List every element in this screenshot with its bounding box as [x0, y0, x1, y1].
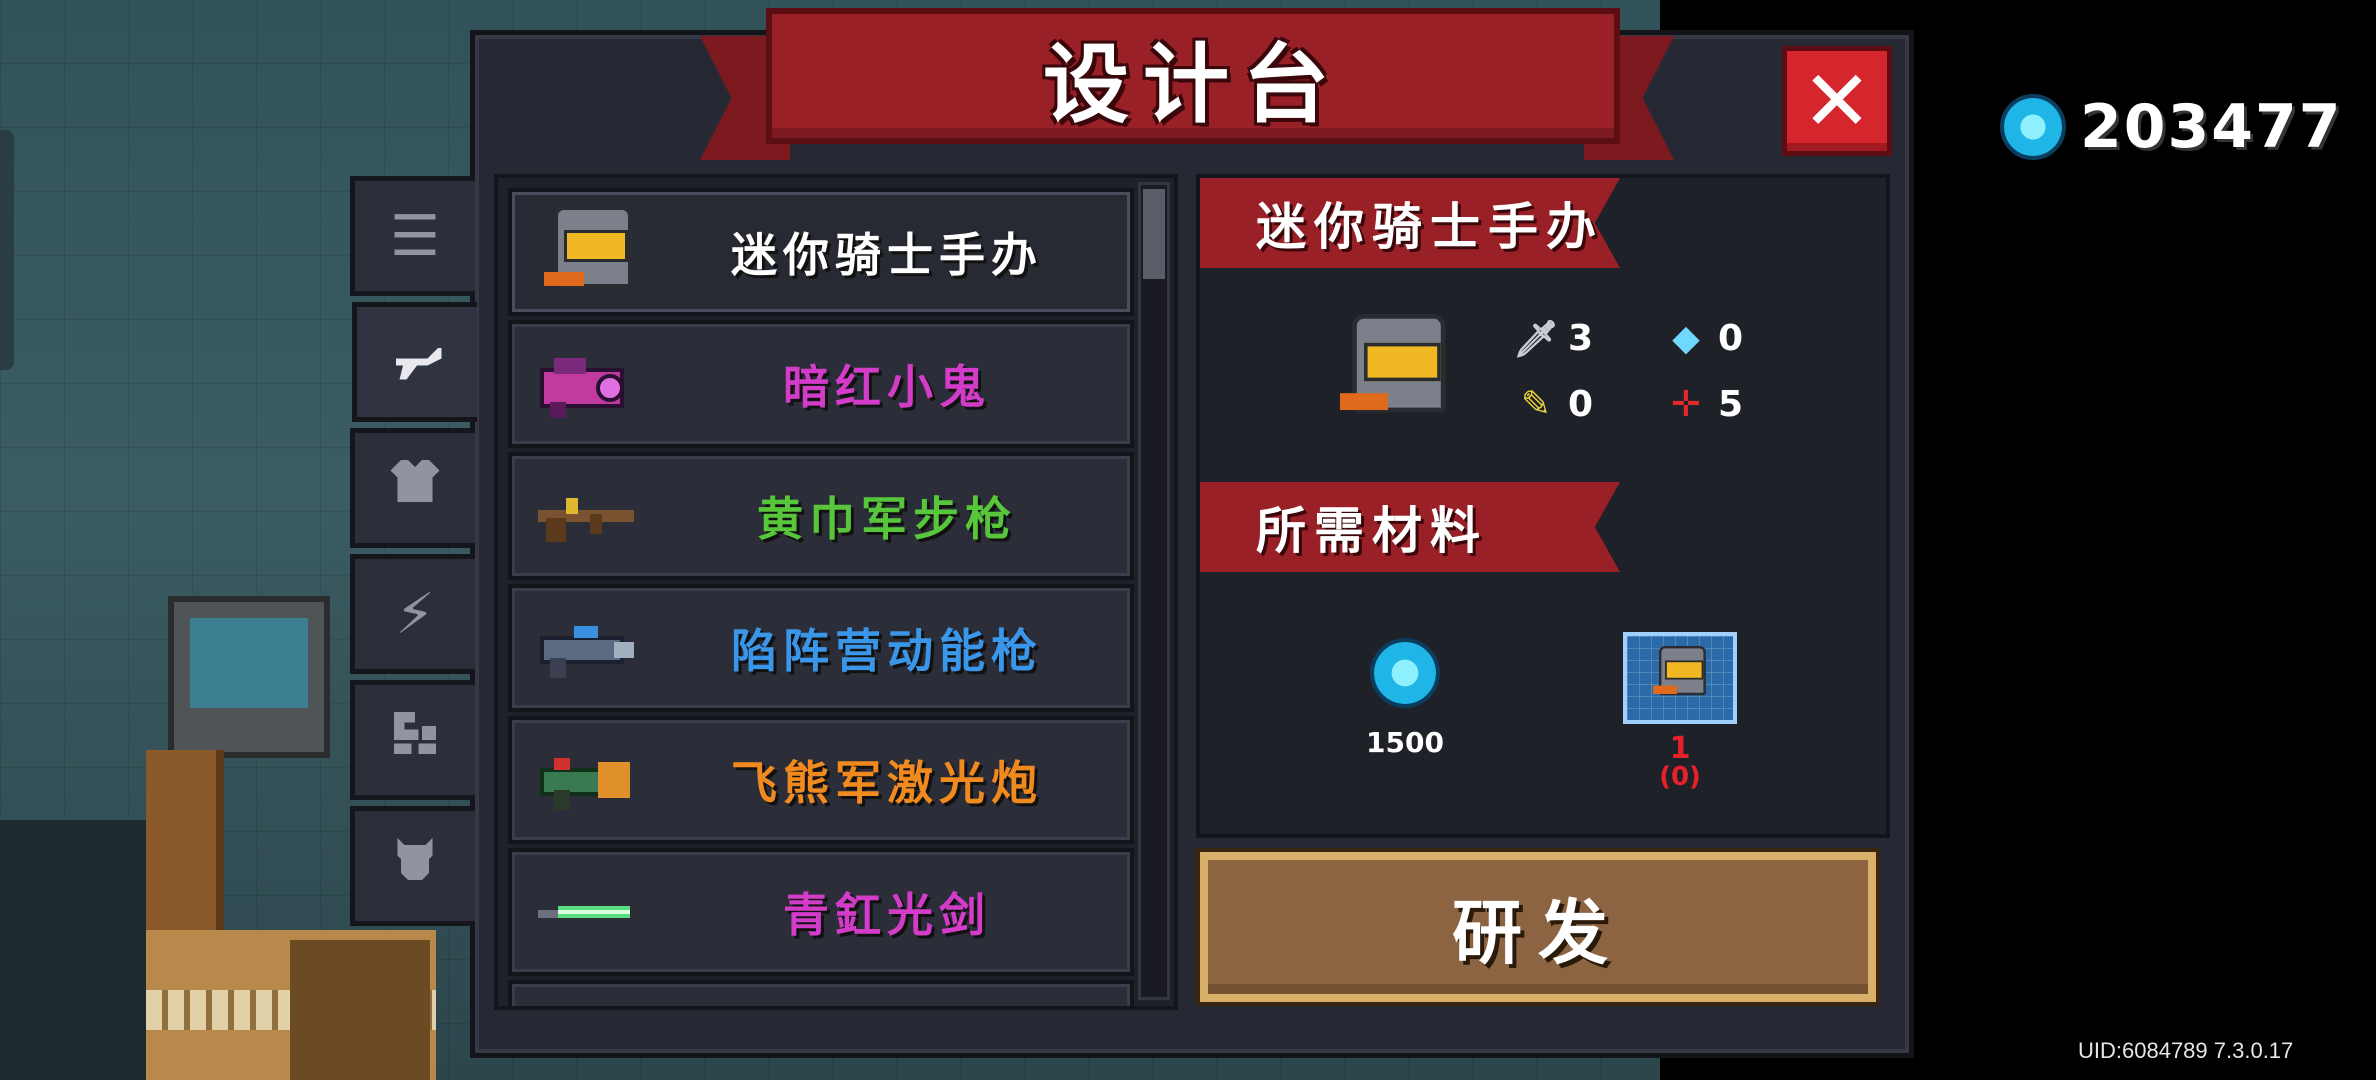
- material-gems: 1500: [1350, 638, 1460, 759]
- tab-list[interactable]: ☰: [350, 176, 475, 296]
- tab-pets[interactable]: [350, 806, 475, 926]
- gem-icon: [2000, 94, 2066, 160]
- blueprint-required: 1: [1669, 731, 1691, 766]
- kinetic-gun-icon: [534, 602, 638, 694]
- left-edge-panel: [0, 130, 14, 370]
- gem-count: 203477: [2080, 92, 2343, 162]
- item-name: 暗红小鬼: [783, 360, 991, 414]
- tab-skills[interactable]: ⚡: [350, 554, 475, 674]
- gem-counter: 203477: [2000, 92, 2343, 162]
- list-item-4[interactable]: 飞熊军激光炮: [508, 716, 1134, 844]
- laser-cannon-icon: [534, 734, 638, 826]
- dialog-title: 设计台: [1043, 34, 1343, 135]
- monitor-prop: [168, 596, 330, 758]
- list-item-6-partial[interactable]: [508, 980, 1134, 1006]
- armor-icon: [387, 453, 443, 523]
- mini-knight-figure-icon: [534, 206, 638, 298]
- stat-attack-value: 3: [1568, 318, 1594, 359]
- crosshair-icon: ✛: [1670, 384, 1702, 425]
- item-name: 青釭光剑: [783, 888, 991, 942]
- list-item-2[interactable]: 黄巾军步枪: [508, 452, 1134, 580]
- list-item-1[interactable]: 暗红小鬼: [508, 320, 1134, 448]
- diamond-icon: ◆: [1672, 318, 1700, 359]
- scroll-thumb[interactable]: [1143, 189, 1165, 279]
- stat-accuracy: ✛ 5: [1666, 384, 1743, 425]
- sword-icon: 🗡: [1513, 318, 1559, 360]
- detail-item-name: 迷你骑士手办: [1200, 178, 1620, 268]
- detail-item-sprite: [1340, 314, 1450, 424]
- close-button[interactable]: ✕: [1782, 46, 1892, 156]
- tab-weapons[interactable]: [352, 302, 477, 422]
- item-name: 陷阵营动能枪: [731, 624, 1043, 678]
- shelf-prop: [290, 940, 430, 1080]
- item-name: 黄巾军步枪: [757, 492, 1017, 546]
- monitor-screen: [190, 618, 308, 708]
- blueprint-icon: [1623, 632, 1737, 724]
- stat-energy-value: 0: [1718, 318, 1744, 359]
- list-item-3[interactable]: 陷阵营动能枪: [508, 584, 1134, 712]
- gem-icon: [1370, 638, 1440, 708]
- stat-energy: ◆ 0: [1666, 318, 1743, 359]
- item-detail-panel: 迷你骑士手办 🗡 3 ◆ 0 ✎ 0 ✛ 5 所需材料 1500 1 (0): [1196, 174, 1890, 838]
- stat-crit-value: 0: [1568, 384, 1594, 425]
- material-gems-amount: 1500: [1366, 726, 1444, 759]
- research-button-label: 研发: [1452, 891, 1624, 974]
- gun-icon: [389, 327, 445, 397]
- pet-icon: [387, 831, 443, 901]
- blueprint-owned: (0): [1659, 762, 1701, 792]
- close-x-icon: ✕: [1801, 52, 1873, 150]
- materials-title: 所需材料: [1200, 482, 1620, 572]
- list-scrollbar[interactable]: [1138, 182, 1170, 1000]
- title-banner: 设计台: [700, 8, 1674, 160]
- title-plate: 设计台: [766, 8, 1620, 144]
- yellow-turban-rifle-icon: [534, 470, 638, 562]
- feather-icon: ✎: [1520, 384, 1552, 425]
- tab-armor[interactable]: [350, 428, 475, 548]
- tab-materials[interactable]: [350, 680, 475, 800]
- list-icon: ☰: [389, 203, 441, 269]
- uid-version-label: UID:6084789 7.3.0.17: [2078, 1038, 2294, 1063]
- research-button[interactable]: 研发: [1200, 852, 1876, 1002]
- stat-crit: ✎ 0: [1516, 384, 1593, 425]
- list-item-5[interactable]: 青釭光剑: [508, 848, 1134, 976]
- item-name: 迷你骑士手办: [731, 228, 1043, 282]
- item-list-panel[interactable]: 迷你骑士手办 暗红小鬼 黄巾军步枪 陷阵营动能枪 飞熊军激光炮 青釭光剑: [494, 174, 1178, 1010]
- stat-accuracy-value: 5: [1718, 384, 1744, 425]
- list-item-0[interactable]: 迷你骑士手办: [508, 188, 1134, 316]
- stat-attack: 🗡 3: [1513, 318, 1594, 360]
- light-sword-icon: [534, 866, 638, 958]
- crimson-imp-gun-icon: [534, 338, 638, 430]
- item-name: 飞熊军激光炮: [731, 756, 1043, 810]
- tools-icon: [387, 705, 443, 775]
- material-blueprint: 1 (0): [1620, 632, 1740, 790]
- lightning-icon: ⚡: [395, 581, 435, 647]
